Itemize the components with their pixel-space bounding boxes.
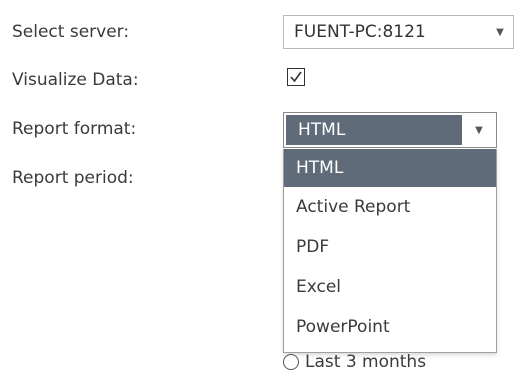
report-period-label: Report period: <box>12 168 134 188</box>
report-format-label: Report format: <box>12 119 137 139</box>
server-select-value: FUENT-PC:8121 <box>294 22 426 42</box>
report-format-dropdown: HTML Active Report PDF Excel PowerPoint <box>283 149 497 353</box>
chevron-down-icon[interactable]: ▼ <box>487 27 513 38</box>
period-option-label: Last 3 months <box>305 352 427 372</box>
radio-button[interactable] <box>283 354 299 370</box>
chevron-down-icon[interactable]: ▼ <box>462 125 496 136</box>
period-option-last-3-months[interactable]: Last 3 months <box>283 352 426 372</box>
report-format-select[interactable]: HTML ▼ <box>283 112 497 148</box>
dropdown-option-excel[interactable]: Excel <box>284 267 496 307</box>
dropdown-option-pdf[interactable]: PDF <box>284 227 496 267</box>
report-format-value: HTML <box>286 115 462 145</box>
checkmark-icon <box>290 71 302 83</box>
dropdown-option-powerpoint[interactable]: PowerPoint <box>284 307 496 347</box>
dropdown-option-active-report[interactable]: Active Report <box>284 187 496 227</box>
server-select[interactable]: FUENT-PC:8121 ▼ <box>283 15 514 49</box>
visualize-data-label: Visualize Data: <box>12 70 139 90</box>
dropdown-option-html[interactable]: HTML <box>284 149 496 187</box>
visualize-data-checkbox[interactable] <box>287 68 305 86</box>
select-server-label: Select server: <box>12 22 130 42</box>
